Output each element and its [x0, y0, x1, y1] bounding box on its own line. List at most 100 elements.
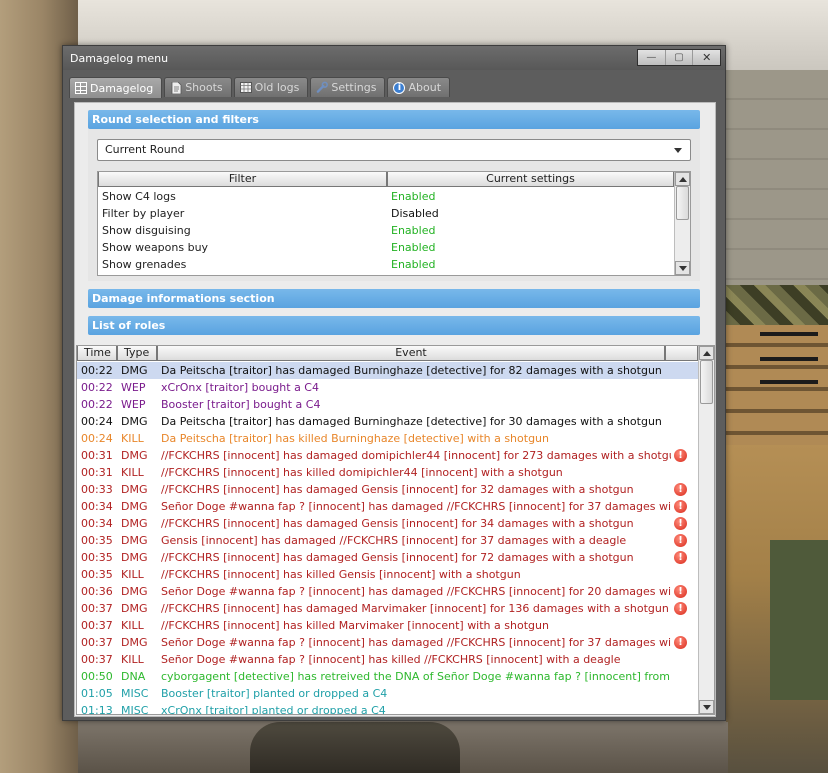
log-row[interactable]: 00:31 KILL //FCKCHRS [innocent] has killed… [77, 464, 698, 481]
log-row[interactable]: 00:22 WEP Booster [traitor] bought a C4 [77, 396, 698, 413]
log-row[interactable]: 00:22 DMG Da Peitscha [traitor] has damage… [77, 362, 698, 379]
scroll-up-arrow-icon[interactable] [675, 172, 690, 186]
filter-row[interactable]: Show C4 logs Enabled [98, 188, 674, 205]
scroll-down-arrow-icon[interactable] [699, 700, 714, 714]
warning-icon: ! [674, 500, 687, 513]
log-type: DNA [121, 670, 146, 683]
log-type: MISC [121, 687, 149, 700]
background-camo-net [726, 285, 828, 325]
log-row[interactable]: 00:35 DMG //FCKCHRS [innocent] has damaged… [77, 549, 698, 566]
event-log-header: Time Type Event [77, 346, 698, 361]
log-event: Gensis [innocent] has damaged //FCKCHRS … [161, 534, 627, 547]
roles-section-header[interactable]: List of roles [88, 316, 700, 335]
log-event: //FCKCHRS [innocent] has killed domipich… [161, 466, 563, 479]
log-row[interactable]: 00:24 KILL Da Peitscha [traitor] has kille… [77, 430, 698, 447]
log-event: //FCKCHRS [innocent] has damaged Gensis … [161, 551, 634, 564]
minimize-button[interactable]: — [638, 50, 666, 65]
column-header-event[interactable]: Event [157, 346, 665, 361]
log-type: DMG [121, 636, 148, 649]
log-row[interactable]: 00:50 DNA cyborgagent [detective] has retr… [77, 668, 698, 685]
background-player-model [250, 722, 460, 773]
warning-icon: ! [674, 517, 687, 530]
log-row[interactable]: 01:05 MISC Booster [traitor] planted or dr… [77, 685, 698, 702]
warning-icon: ! [674, 483, 687, 496]
log-row[interactable]: 00:31 DMG //FCKCHRS [innocent] has damaged… [77, 447, 698, 464]
log-event: Booster [traitor] bought a C4 [161, 398, 321, 411]
log-event: Da Peitscha [traitor] has damaged Burnin… [161, 415, 662, 428]
damagelog-window: Damagelog menu — ▢ ✕ Damagelog Shoots Ol… [62, 45, 726, 721]
tab-about[interactable]: i About [387, 77, 451, 97]
log-event: //FCKCHRS [innocent] has damaged Marvima… [161, 602, 669, 615]
log-row[interactable]: 00:37 KILL //FCKCHRS [innocent] has killed… [77, 617, 698, 634]
tab-old-logs[interactable]: Old logs [233, 77, 309, 97]
log-time: 00:24 [81, 432, 113, 445]
log-time: 00:33 [81, 483, 113, 496]
log-row[interactable]: 00:34 DMG //FCKCHRS [innocent] has damaged… [77, 515, 698, 532]
filter-row[interactable]: Show grenades Enabled [98, 256, 674, 273]
background-rifle [760, 332, 818, 336]
scrollbar-thumb[interactable] [700, 360, 713, 404]
damage-info-section-header[interactable]: Damage informations section [88, 289, 700, 308]
column-header-current-settings[interactable]: Current settings [387, 172, 674, 187]
log-event: Señor Doge #wanna fap ? [innocent] has k… [161, 653, 621, 666]
background-rifle [760, 357, 818, 361]
grid-icon [75, 82, 87, 94]
round-select-value: Current Round [105, 143, 185, 156]
event-log-list: Time Type Event 00:22 DMG Da Peitscha [tra… [76, 345, 715, 715]
log-row[interactable]: 00:24 DMG Da Peitscha [traitor] has damage… [77, 413, 698, 430]
window-titlebar[interactable]: Damagelog menu — ▢ ✕ [63, 46, 725, 70]
close-button[interactable]: ✕ [693, 50, 720, 65]
log-row[interactable]: 00:34 DMG Señor Doge #wanna fap ? [innocen… [77, 498, 698, 515]
window-controls: — ▢ ✕ [637, 49, 721, 66]
filter-list: Filter Current settings Show C4 logs Enab… [97, 171, 691, 276]
filter-name: Show disguising [102, 224, 191, 237]
filter-row[interactable]: Show disguising Enabled [98, 222, 674, 239]
round-select[interactable]: Current Round [97, 139, 691, 161]
tab-label: Settings [331, 81, 377, 94]
filter-row[interactable]: Filter by player Disabled [98, 205, 674, 222]
column-header-flag[interactable] [665, 346, 698, 361]
filter-name: Show grenades [102, 258, 187, 271]
tab-label: Shoots [185, 81, 223, 94]
column-header-filter[interactable]: Filter [98, 172, 387, 187]
document-icon [170, 81, 182, 94]
log-time: 01:13 [81, 704, 113, 715]
column-header-time[interactable]: Time [77, 346, 117, 361]
tab-shoots[interactable]: Shoots [164, 77, 232, 97]
log-type: KILL [121, 568, 144, 581]
log-row[interactable]: 00:37 DMG Señor Doge #wanna fap ? [innocen… [77, 634, 698, 651]
log-type: DMG [121, 415, 148, 428]
tab-damagelog[interactable]: Damagelog [69, 77, 163, 98]
filter-row[interactable]: Show weapons buy Enabled [98, 239, 674, 256]
log-event: cyborgagent [detective] has retreived th… [161, 670, 671, 683]
event-log-scrollbar[interactable] [698, 346, 714, 714]
log-time: 00:31 [81, 466, 113, 479]
log-event: //FCKCHRS [innocent] has killed Marvimak… [161, 619, 549, 632]
log-row[interactable]: 01:13 MISC xCrOnx [traitor] planted or dro… [77, 702, 698, 715]
warning-icon: ! [674, 636, 687, 649]
log-time: 00:50 [81, 670, 113, 683]
maximize-button[interactable]: ▢ [666, 50, 694, 65]
scrollbar-thumb[interactable] [676, 186, 689, 220]
log-row[interactable]: 00:37 KILL Señor Doge #wanna fap ? [innoce… [77, 651, 698, 668]
log-type: DMG [121, 483, 148, 496]
log-event: Señor Doge #wanna fap ? [innocent] has d… [161, 500, 671, 513]
tab-settings[interactable]: Settings [310, 77, 386, 97]
log-row[interactable]: 00:35 KILL //FCKCHRS [innocent] has killed… [77, 566, 698, 583]
log-row[interactable]: 00:22 WEP xCrOnx [traitor] bought a C4 [77, 379, 698, 396]
filter-list-scrollbar[interactable] [674, 172, 690, 275]
filter-name: Show weapons buy [102, 241, 209, 254]
column-header-type[interactable]: Type [117, 346, 157, 361]
log-row[interactable]: 00:36 DMG Señor Doge #wanna fap ? [innocen… [77, 583, 698, 600]
scroll-down-arrow-icon[interactable] [675, 261, 690, 275]
scroll-up-arrow-icon[interactable] [699, 346, 714, 360]
log-type: DMG [121, 602, 148, 615]
round-section-header[interactable]: Round selection and filters [88, 110, 700, 129]
log-time: 00:35 [81, 551, 113, 564]
log-row[interactable]: 00:35 DMG Gensis [innocent] has damaged //… [77, 532, 698, 549]
warning-icon: ! [674, 534, 687, 547]
log-row[interactable]: 00:37 DMG //FCKCHRS [innocent] has damaged… [77, 600, 698, 617]
log-event: Da Peitscha [traitor] has killed Burning… [161, 432, 550, 445]
log-row[interactable]: 00:33 DMG //FCKCHRS [innocent] has damaged… [77, 481, 698, 498]
filter-value: Enabled [391, 258, 436, 271]
